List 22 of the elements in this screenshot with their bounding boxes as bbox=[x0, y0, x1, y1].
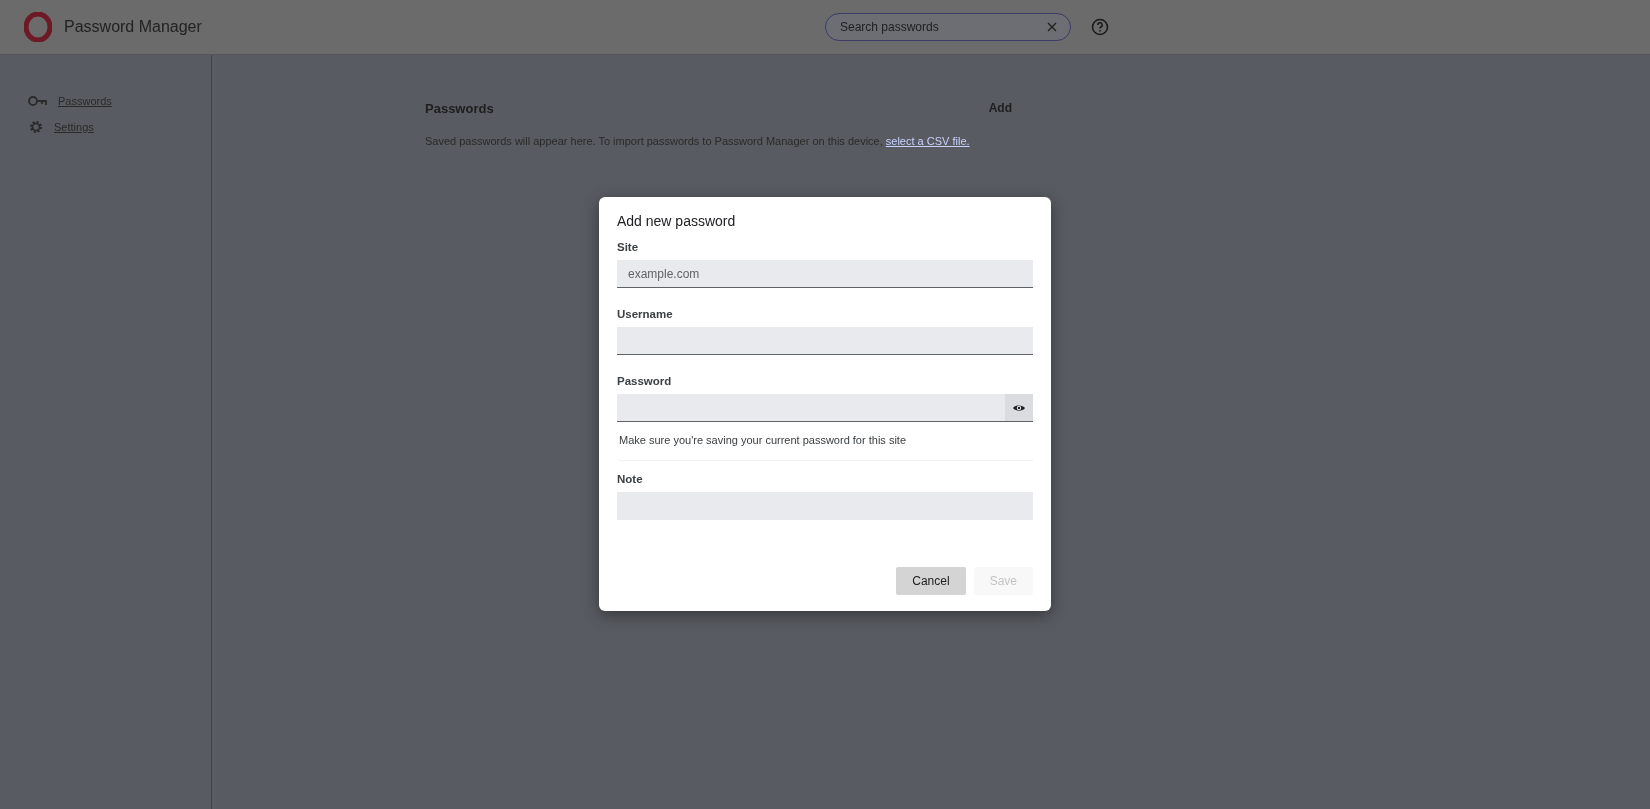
key-icon bbox=[28, 95, 48, 107]
password-field[interactable] bbox=[617, 394, 1005, 422]
close-icon[interactable] bbox=[1047, 22, 1057, 32]
field-label: Username bbox=[617, 308, 674, 320]
field-label: Site bbox=[617, 241, 640, 253]
input-field[interactable]: example.com bbox=[617, 260, 1033, 288]
dialog-title: Add new password bbox=[617, 213, 737, 229]
field-label: Password bbox=[617, 375, 673, 387]
show-password-button[interactable] bbox=[1005, 394, 1033, 422]
search-field[interactable]: Search passwords bbox=[825, 13, 1071, 41]
help-icon[interactable] bbox=[1091, 18, 1109, 36]
field-label: Note bbox=[617, 473, 644, 485]
csv-link[interactable]: select a CSV file. bbox=[885, 135, 970, 147]
hint-text: Make sure you're saving your current password for this site bbox=[619, 434, 1033, 461]
settings-icon bbox=[28, 119, 44, 135]
app-title: Password Manager bbox=[64, 18, 202, 36]
section-title: Passwords bbox=[425, 100, 494, 116]
logo-icon bbox=[24, 12, 52, 42]
add-button[interactable]: Add bbox=[980, 97, 1020, 119]
cancel-button[interactable]: Cancel bbox=[896, 567, 966, 595]
input-field[interactable] bbox=[617, 327, 1033, 355]
eye-icon bbox=[1012, 402, 1026, 413]
